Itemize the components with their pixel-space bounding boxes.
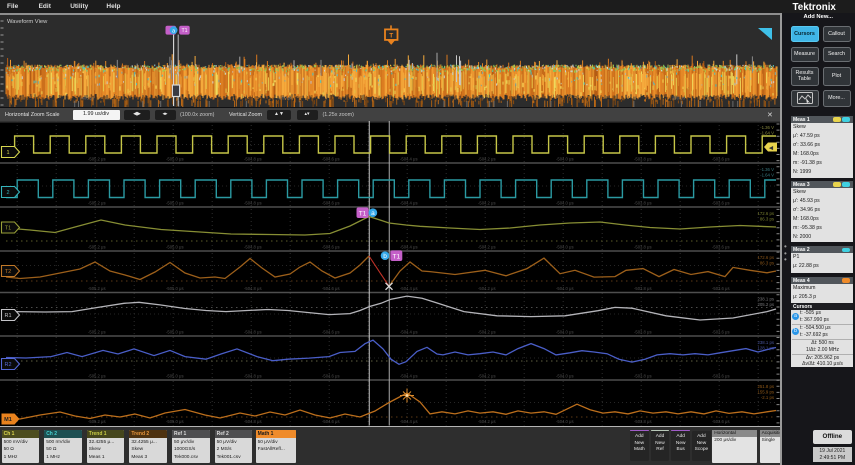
svg-text:-503.6 μs: -503.6 μs	[712, 157, 730, 162]
svg-text:1: 1	[6, 150, 9, 156]
svg-text:-504.8 μs: -504.8 μs	[244, 419, 262, 424]
svg-text:-504.6 μs: -504.6 μs	[322, 286, 340, 291]
svg-text:-504.6 μs: -504.6 μs	[322, 419, 340, 424]
svg-text:251.8 ps: 251.8 ps	[758, 384, 775, 389]
svg-text:T1: T1	[181, 28, 187, 34]
svg-text:172.6 ps: 172.6 ps	[758, 211, 775, 216]
svg-text:-504.8 μs: -504.8 μs	[244, 201, 262, 206]
svg-text:-505.0 μs: -505.0 μs	[166, 201, 184, 206]
svg-text:T1: T1	[393, 254, 401, 261]
svg-text:-503.8 μs: -503.8 μs	[634, 330, 652, 335]
svg-text:-505.0 μs: -505.0 μs	[166, 330, 184, 335]
svg-text:-504.0 μs: -504.0 μs	[556, 201, 574, 206]
svg-text:-504.4 μs: -504.4 μs	[400, 330, 418, 335]
svg-text:-504.8 μs: -504.8 μs	[244, 286, 262, 291]
svg-text:b: b	[383, 253, 387, 260]
svg-text:-504.6 μs: -504.6 μs	[322, 157, 340, 162]
svg-text:T1: T1	[5, 226, 11, 232]
svg-text:-503.8 μs: -503.8 μs	[634, 286, 652, 291]
svg-text:-503.8 μs: -503.8 μs	[634, 245, 652, 250]
svg-text:-200 μs: -200 μs	[278, 96, 292, 101]
svg-text:-504.0 μs: -504.0 μs	[556, 374, 574, 379]
svg-text:86.3 ps: 86.3 ps	[760, 261, 774, 266]
svg-text:205.2 ps: 205.2 ps	[758, 302, 775, 307]
svg-text:-2.1 ps: -2.1 ps	[761, 395, 774, 400]
svg-text:-503.6 μs: -503.6 μs	[712, 330, 730, 335]
svg-text:-503.8 μs: -503.8 μs	[634, 201, 652, 206]
svg-text:-504.2 μs: -504.2 μs	[478, 157, 496, 162]
svg-text:-505.2 μs: -505.2 μs	[88, 201, 106, 206]
svg-text:a: a	[371, 210, 375, 217]
svg-text:T2: T2	[5, 269, 11, 275]
svg-text:-505.0 μs: -505.0 μs	[166, 374, 184, 379]
svg-text:200 μs: 200 μs	[672, 96, 685, 101]
svg-text:-503.6 μs: -503.6 μs	[712, 374, 730, 379]
svg-text:-504.2 μs: -504.2 μs	[478, 374, 496, 379]
svg-text:-400 μs: -400 μs	[80, 96, 94, 101]
svg-text:-504.2 μs: -504.2 μs	[478, 419, 496, 424]
svg-text:-504.8 μs: -504.8 μs	[244, 330, 262, 335]
svg-text:-505.0 μs: -505.0 μs	[166, 419, 184, 424]
svg-text:-504.4 μs: -504.4 μs	[400, 201, 418, 206]
svg-text:-504.4 μs: -504.4 μs	[400, 286, 418, 291]
svg-text:-504.4 μs: -504.4 μs	[400, 374, 418, 379]
svg-text:238.1 ps: 238.1 ps	[758, 340, 775, 345]
svg-text:-505.0 μs: -505.0 μs	[166, 245, 184, 250]
svg-text:-504.2 μs: -504.2 μs	[478, 330, 496, 335]
svg-text:86.3 ps: 86.3 ps	[760, 217, 774, 222]
svg-text:-503.6 μs: -503.6 μs	[712, 201, 730, 206]
svg-text:T: T	[389, 33, 393, 40]
svg-text:-504.6 μs: -504.6 μs	[322, 201, 340, 206]
svg-text:-505.2 μs: -505.2 μs	[88, 286, 106, 291]
svg-text:-504.0 μs: -504.0 μs	[556, 330, 574, 335]
svg-text:-505.2 μs: -505.2 μs	[88, 245, 106, 250]
svg-text:-505.2 μs: -505.2 μs	[88, 419, 106, 424]
svg-text:-504.8 μs: -504.8 μs	[244, 245, 262, 250]
svg-text:-503.6 μs: -503.6 μs	[712, 419, 730, 424]
svg-text:-504.2 μs: -504.2 μs	[478, 245, 496, 250]
svg-text:R2: R2	[4, 362, 11, 368]
svg-text:M1: M1	[4, 417, 12, 423]
svg-text:-504.0 μs: -504.0 μs	[556, 157, 574, 162]
svg-text:2: 2	[6, 190, 9, 196]
svg-text:-503.8 μs: -503.8 μs	[634, 419, 652, 424]
svg-text:-504.0 μs: -504.0 μs	[556, 245, 574, 250]
svg-text:-503.6 μs: -503.6 μs	[712, 245, 730, 250]
svg-text:-505.2 μs: -505.2 μs	[88, 374, 106, 379]
svg-text:128.1 ps: 128.1 ps	[758, 346, 775, 351]
svg-text:0 s: 0 s	[478, 96, 484, 101]
svg-text:-504.0 μs: -504.0 μs	[556, 286, 574, 291]
svg-text:-1.64 V: -1.64 V	[760, 173, 774, 178]
svg-text:-504.6 μs: -504.6 μs	[322, 245, 340, 250]
svg-text:172.6 ps: 172.6 ps	[758, 255, 775, 260]
svg-text:-1.36 V: -1.36 V	[760, 125, 774, 130]
svg-text:R1: R1	[4, 313, 11, 319]
svg-text:238.1 ps: 238.1 ps	[758, 297, 775, 302]
svg-text:-505.0 μs: -505.0 μs	[166, 286, 184, 291]
svg-text:T1: T1	[359, 211, 367, 218]
svg-text:-505.2 μs: -505.2 μs	[88, 157, 106, 162]
svg-text:-503.8 μs: -503.8 μs	[634, 157, 652, 162]
svg-text:-504.2 μs: -504.2 μs	[478, 201, 496, 206]
svg-text:-1.64 V: -1.64 V	[760, 131, 774, 136]
svg-text:-504.4 μs: -504.4 μs	[400, 157, 418, 162]
svg-text:-504.8 μs: -504.8 μs	[244, 157, 262, 162]
svg-text:155.9 ps: 155.9 ps	[758, 390, 775, 395]
svg-text:-503.6 μs: -503.6 μs	[712, 286, 730, 291]
svg-text:-504.4 μs: -504.4 μs	[400, 245, 418, 250]
svg-text:-503.8 μs: -503.8 μs	[634, 374, 652, 379]
svg-text:-504.6 μs: -504.6 μs	[322, 330, 340, 335]
svg-text:-1.36 V: -1.36 V	[760, 167, 774, 172]
svg-text:-504.2 μs: -504.2 μs	[478, 286, 496, 291]
svg-text:-505.2 μs: -505.2 μs	[88, 330, 106, 335]
svg-text:-504.4 μs: -504.4 μs	[400, 419, 418, 424]
svg-text:-504.0 μs: -504.0 μs	[556, 419, 574, 424]
svg-text:-504.6 μs: -504.6 μs	[322, 374, 340, 379]
svg-text:-504.8 μs: -504.8 μs	[244, 374, 262, 379]
svg-text:-505.0 μs: -505.0 μs	[166, 157, 184, 162]
